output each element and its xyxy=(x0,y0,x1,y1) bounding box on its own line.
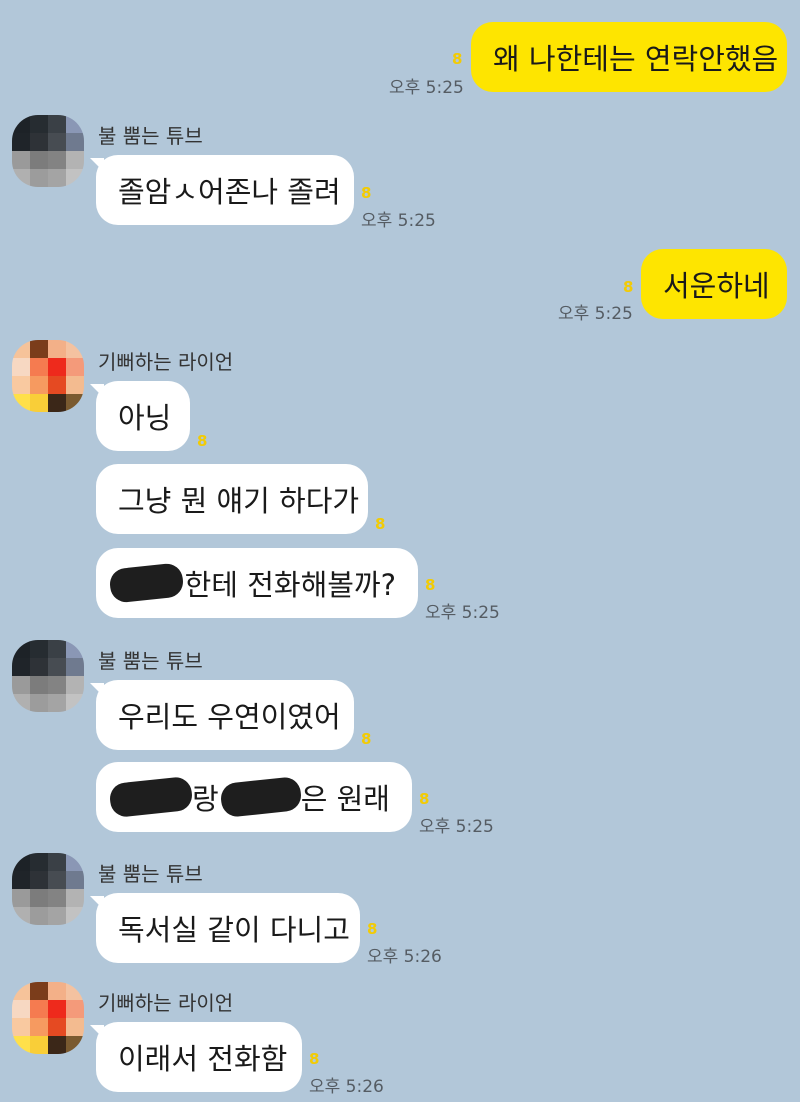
profile-avatar[interactable] xyxy=(12,640,84,712)
profile-avatar[interactable] xyxy=(12,982,84,1054)
unread-count: 8 xyxy=(425,576,436,594)
message-text: 독서실 같이 다니고 xyxy=(118,913,350,947)
their-message-bubble[interactable]: 랑 은 원래 xyxy=(96,762,412,832)
unread-count: 8 xyxy=(361,730,372,748)
my-message-bubble[interactable]: 왜 나한테는 연락안했음 xyxy=(471,22,787,92)
unread-count: 8 xyxy=(367,920,378,938)
message-time: 오후 5:25 xyxy=(389,78,464,98)
sender-name: 불 뿜는 튜브 xyxy=(98,124,203,148)
message-text-part1: 랑 xyxy=(192,782,219,816)
profile-avatar[interactable] xyxy=(12,340,84,412)
their-message-bubble[interactable]: 한테 전화해볼까? xyxy=(96,548,418,618)
message-time: 오후 5:25 xyxy=(558,304,633,324)
profile-avatar[interactable] xyxy=(12,115,84,187)
their-message-bubble[interactable]: 졸암ㅅ어존나 졸려 xyxy=(96,155,354,225)
sender-name: 불 뿜는 튜브 xyxy=(98,862,203,886)
their-message-bubble[interactable]: 독서실 같이 다니고 xyxy=(96,893,360,963)
message-time: 오후 5:25 xyxy=(361,211,436,231)
redacted-name xyxy=(108,562,185,604)
message-text: 아닝 xyxy=(118,401,172,435)
profile-avatar[interactable] xyxy=(12,853,84,925)
sender-name: 기뻐하는 라이언 xyxy=(98,350,234,374)
sender-name: 기뻐하는 라이언 xyxy=(98,991,234,1015)
their-message-bubble[interactable]: 아닝 xyxy=(96,381,190,451)
unread-count: 8 xyxy=(375,515,386,533)
unread-count: 8 xyxy=(419,790,430,808)
unread-count: 8 xyxy=(309,1050,320,1068)
their-message-bubble[interactable]: 우리도 우연이였어 xyxy=(96,680,354,750)
message-text-part2: 은 원래 xyxy=(300,782,390,816)
their-message-bubble[interactable]: 그냥 뭔 얘기 하다가 xyxy=(96,464,368,534)
their-message-bubble[interactable]: 이래서 전화함 xyxy=(96,1022,302,1092)
my-message-bubble[interactable]: 서운하네 xyxy=(641,249,787,319)
message-time: 오후 5:26 xyxy=(367,947,442,967)
unread-count: 8 xyxy=(623,278,634,296)
unread-count: 8 xyxy=(452,50,463,68)
message-time: 오후 5:26 xyxy=(309,1077,384,1097)
sender-name: 불 뿜는 튜브 xyxy=(98,649,203,673)
message-text: 왜 나한테는 연락안했음 xyxy=(493,42,779,76)
message-text: 우리도 우연이였어 xyxy=(118,700,341,734)
redacted-name xyxy=(219,775,303,819)
unread-count: 8 xyxy=(197,432,208,450)
message-text: 졸암ㅅ어존나 졸려 xyxy=(118,175,341,209)
message-text: 이래서 전화함 xyxy=(118,1042,288,1076)
message-time: 오후 5:25 xyxy=(425,603,500,623)
message-text: 한테 전화해볼까? xyxy=(184,568,396,602)
message-text: 서운하네 xyxy=(663,269,770,303)
redacted-name xyxy=(108,775,194,819)
unread-count: 8 xyxy=(361,184,372,202)
message-text: 그냥 뭔 얘기 하다가 xyxy=(118,484,360,518)
message-time: 오후 5:25 xyxy=(419,817,494,837)
